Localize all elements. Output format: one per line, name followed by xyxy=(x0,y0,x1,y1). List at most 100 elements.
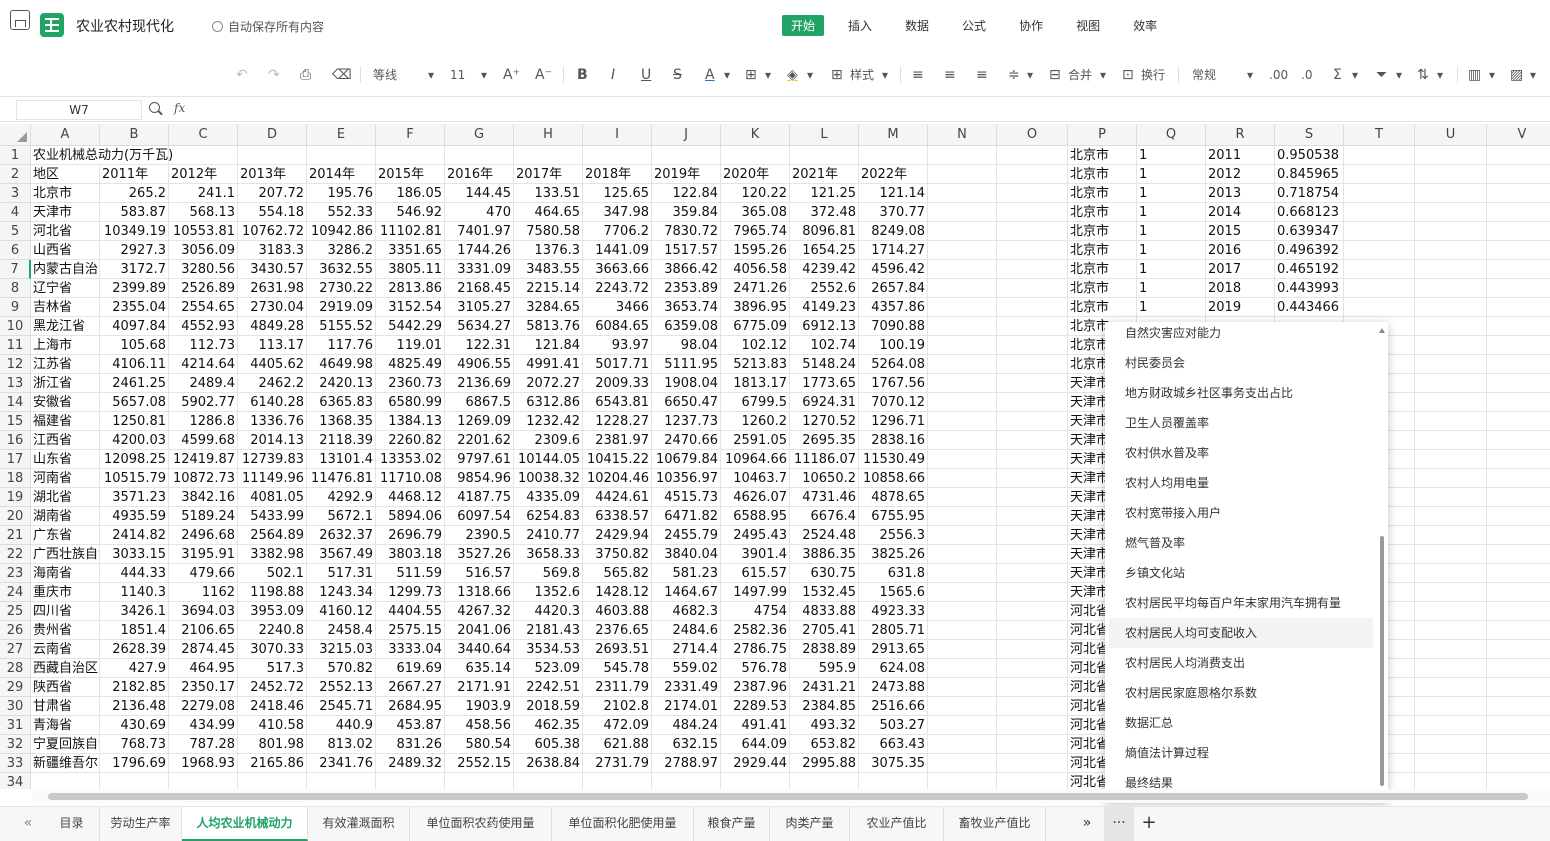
cell[interactable]: 207.72 xyxy=(238,184,307,203)
cell[interactable]: 1 xyxy=(1137,146,1206,165)
cell[interactable] xyxy=(928,450,997,469)
cell[interactable] xyxy=(997,659,1068,678)
cell[interactable]: 663.43 xyxy=(859,735,928,754)
cell[interactable] xyxy=(100,773,169,789)
cell[interactable] xyxy=(997,450,1068,469)
row-header[interactable]: 33 xyxy=(0,754,31,773)
menu-0[interactable]: 开始 xyxy=(782,15,825,36)
cell[interactable]: 2552.6 xyxy=(790,279,859,298)
cell[interactable]: 4754 xyxy=(721,602,790,621)
cell[interactable]: 3351.65 xyxy=(376,241,445,260)
column-header-K[interactable]: K xyxy=(721,124,790,146)
cell[interactable]: 3331.09 xyxy=(445,260,514,279)
cell[interactable] xyxy=(1344,203,1415,222)
cell[interactable]: 3825.26 xyxy=(859,545,928,564)
cell[interactable]: 3953.09 xyxy=(238,602,307,621)
cell[interactable]: 6650.47 xyxy=(652,393,721,412)
cell[interactable]: 576.78 xyxy=(721,659,790,678)
cell[interactable]: 2495.43 xyxy=(721,526,790,545)
cell[interactable]: 2730.22 xyxy=(307,279,376,298)
sheet-list-item[interactable]: 农村居民家庭恩格尔系数 xyxy=(1109,678,1373,708)
cell[interactable] xyxy=(1487,336,1550,355)
cell[interactable] xyxy=(1415,450,1487,469)
cell[interactable]: 119.01 xyxy=(376,336,445,355)
cell[interactable]: 1140.3 xyxy=(100,583,169,602)
cell[interactable]: 2360.73 xyxy=(376,374,445,393)
cell[interactable]: 13353.02 xyxy=(376,450,445,469)
cell[interactable]: 517.3 xyxy=(238,659,307,678)
cell[interactable]: 2015年 xyxy=(376,165,445,184)
cell[interactable] xyxy=(997,165,1068,184)
cell[interactable]: 580.54 xyxy=(445,735,514,754)
cell[interactable]: 2018.59 xyxy=(514,697,583,716)
cell[interactable]: 辽宁省 xyxy=(31,279,100,298)
column-header-F[interactable]: F xyxy=(376,124,445,146)
cell[interactable]: 4825.49 xyxy=(376,355,445,374)
cell[interactable] xyxy=(1487,640,1550,659)
cell[interactable]: 2489.4 xyxy=(169,374,238,393)
column-header-I[interactable]: I xyxy=(583,124,652,146)
row-header[interactable]: 18 xyxy=(0,469,31,488)
cell[interactable]: 605.38 xyxy=(514,735,583,754)
cell[interactable]: 2484.6 xyxy=(652,621,721,640)
cell[interactable]: 河南省 xyxy=(31,469,100,488)
cell[interactable]: 630.75 xyxy=(790,564,859,583)
cell[interactable]: 西藏自治区 xyxy=(31,659,100,678)
cell[interactable]: 3152.54 xyxy=(376,298,445,317)
sheet-list-item[interactable]: 数据汇总 xyxy=(1109,708,1373,738)
cell[interactable]: 1 xyxy=(1137,165,1206,184)
cell[interactable]: 502.1 xyxy=(238,564,307,583)
cell[interactable] xyxy=(1415,298,1487,317)
cell[interactable]: 2564.89 xyxy=(238,526,307,545)
cell[interactable]: 7580.58 xyxy=(514,222,583,241)
cell[interactable]: 2399.89 xyxy=(100,279,169,298)
more-sheets-icon[interactable]: ··· xyxy=(1104,807,1134,841)
cell[interactable]: 6254.83 xyxy=(514,507,583,526)
cell[interactable]: 2496.68 xyxy=(169,526,238,545)
cell[interactable] xyxy=(1344,184,1415,203)
column-header-H[interactable]: H xyxy=(514,124,583,146)
row-header[interactable]: 25 xyxy=(0,602,31,621)
sheet-list-item[interactable]: 自然灾害应对能力 xyxy=(1109,322,1373,348)
chevron-down-icon[interactable]: ▾ xyxy=(765,65,771,85)
cell[interactable] xyxy=(928,697,997,716)
column-header-V[interactable]: V xyxy=(1487,124,1550,146)
row-header[interactable]: 31 xyxy=(0,716,31,735)
cell[interactable]: 1464.67 xyxy=(652,583,721,602)
row-header[interactable]: 17 xyxy=(0,450,31,469)
cell[interactable]: 4097.84 xyxy=(100,317,169,336)
cell[interactable]: 2455.79 xyxy=(652,526,721,545)
cell[interactable]: 2014 xyxy=(1206,203,1275,222)
cell[interactable]: 5657.08 xyxy=(100,393,169,412)
cell[interactable]: 福建省 xyxy=(31,412,100,431)
cell[interactable]: 2471.26 xyxy=(721,279,790,298)
cell[interactable]: 1260.2 xyxy=(721,412,790,431)
cell[interactable]: 1237.73 xyxy=(652,412,721,431)
cell[interactable]: 2526.89 xyxy=(169,279,238,298)
row-header[interactable]: 26 xyxy=(0,621,31,640)
cell[interactable]: 410.58 xyxy=(238,716,307,735)
cell[interactable]: 3172.7 xyxy=(100,260,169,279)
cell[interactable]: 浙江省 xyxy=(31,374,100,393)
cell[interactable]: 3033.15 xyxy=(100,545,169,564)
cell[interactable] xyxy=(1487,583,1550,602)
cell[interactable] xyxy=(238,146,307,165)
cell[interactable]: 98.04 xyxy=(652,336,721,355)
cell[interactable] xyxy=(1415,393,1487,412)
row-header[interactable]: 34 xyxy=(0,773,31,789)
cell[interactable]: 624.08 xyxy=(859,659,928,678)
cell[interactable]: 121.14 xyxy=(859,184,928,203)
cell[interactable]: 511.59 xyxy=(376,564,445,583)
cell[interactable]: 5155.52 xyxy=(307,317,376,336)
cell[interactable] xyxy=(1487,279,1550,298)
align-right-icon[interactable]: ≡ xyxy=(976,65,988,85)
cell[interactable]: 2805.71 xyxy=(859,621,928,640)
cell[interactable] xyxy=(997,564,1068,583)
cell[interactable] xyxy=(721,146,790,165)
cell[interactable]: 0.668123 xyxy=(1275,203,1344,222)
cell[interactable]: 10858.66 xyxy=(859,469,928,488)
cell[interactable]: 上海市 xyxy=(31,336,100,355)
cell[interactable] xyxy=(1344,279,1415,298)
cell[interactable]: 1595.26 xyxy=(721,241,790,260)
cell[interactable]: 山东省 xyxy=(31,450,100,469)
